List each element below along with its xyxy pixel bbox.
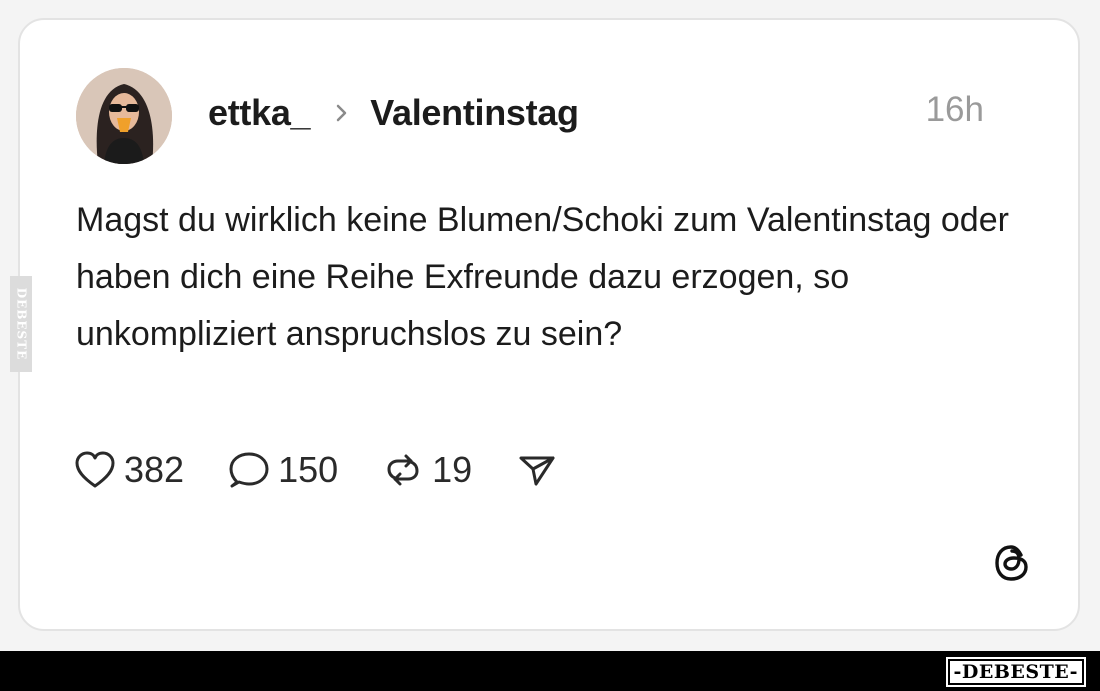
username[interactable]: ettka_ — [208, 92, 311, 134]
bottom-bar: -DEBESTE- — [0, 651, 1100, 691]
share-button[interactable] — [516, 450, 558, 490]
like-button[interactable]: 382 — [74, 449, 184, 491]
like-count: 382 — [124, 449, 185, 490]
side-watermark-text: DEBESTE — [14, 287, 28, 361]
repost-button[interactable]: 19 — [382, 449, 472, 491]
chevron-right-icon — [332, 101, 352, 125]
avatar[interactable] — [76, 68, 172, 164]
threads-logo-icon — [990, 541, 1034, 585]
send-paper-plane-icon — [516, 450, 558, 490]
repost-count: 19 — [432, 449, 473, 490]
post-header: ettka_ Valentinstag — [208, 88, 579, 138]
reply-count: 150 — [278, 449, 339, 490]
post-text: Magst du wirklich keine Blumen/Schoki zu… — [76, 201, 1009, 353]
post-card: ettka_ Valentinstag 16h Magst du wirklic… — [18, 18, 1080, 631]
heart-icon — [74, 450, 116, 490]
topic-tag[interactable]: Valentinstag — [370, 92, 579, 134]
reply-button[interactable]: 150 — [228, 449, 338, 491]
repost-arrows-icon — [382, 450, 424, 490]
avatar-image — [76, 68, 172, 164]
debeste-logo: -DEBESTE- — [945, 657, 1086, 687]
speech-bubble-icon — [228, 450, 270, 490]
timestamp: 16h — [925, 90, 984, 129]
action-bar: 382 150 19 — [74, 448, 602, 492]
side-watermark: DEBESTE — [10, 276, 32, 372]
